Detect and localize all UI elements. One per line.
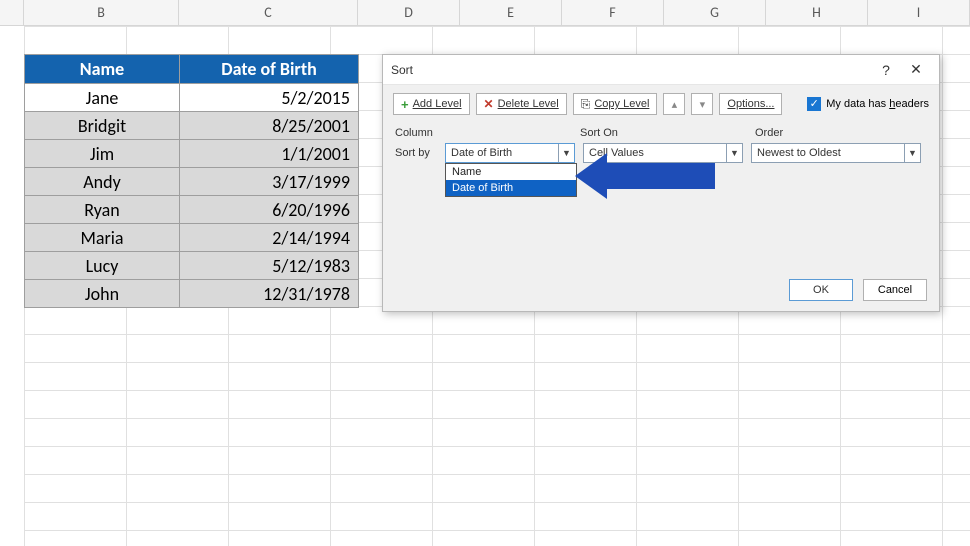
table-row[interactable]: Jane5/2/2015 [25, 84, 359, 112]
header-name[interactable]: Name [25, 55, 180, 84]
plus-icon: + [401, 97, 409, 112]
table-row[interactable]: John12/31/1978 [25, 280, 359, 308]
callout-arrow [575, 153, 715, 199]
cancel-button[interactable]: Cancel [863, 279, 927, 301]
cell-name[interactable]: Bridgit [25, 112, 180, 140]
cell-name[interactable]: John [25, 280, 180, 308]
cell-name[interactable]: Jim [25, 140, 180, 168]
dropdown-option[interactable]: Date of Birth [446, 180, 576, 196]
cell-dob[interactable]: 8/25/2001 [180, 112, 359, 140]
col-head-c[interactable]: C [179, 0, 358, 25]
headers-checkbox[interactable]: ✓ My data has headers [807, 97, 929, 111]
copy-level-button[interactable]: ⎘ Copy Level [573, 93, 658, 115]
close-button[interactable]: ✕ [901, 58, 931, 82]
column-header-bar: B C D E F G H I [0, 0, 970, 26]
cell-name[interactable]: Andy [25, 168, 180, 196]
x-icon: ✕ [484, 97, 494, 111]
table-row[interactable]: Lucy5/12/1983 [25, 252, 359, 280]
options-button[interactable]: Options... [719, 93, 782, 115]
dropdown-option[interactable]: Name [446, 164, 576, 180]
col-head-d[interactable]: D [358, 0, 460, 25]
cell-name[interactable]: Jane [25, 84, 180, 112]
chevron-down-icon: ▼ [904, 144, 920, 162]
sort-column-dropdown: NameDate of Birth [445, 163, 577, 197]
headers-checkbox-label: My data has headers [826, 98, 929, 110]
criteria-header-column: Column [395, 127, 580, 139]
ok-button[interactable]: OK [789, 279, 853, 301]
criteria-header-row: Column Sort On Order [383, 127, 939, 139]
delete-level-button[interactable]: ✕ Delete Level [476, 93, 567, 115]
cell-dob[interactable]: 5/2/2015 [180, 84, 359, 112]
help-button[interactable]: ? [871, 58, 901, 82]
cell-dob[interactable]: 3/17/1999 [180, 168, 359, 196]
cell-name[interactable]: Lucy [25, 252, 180, 280]
corner-gutter [0, 0, 24, 25]
sort-column-combo[interactable]: Date of Birth ▼ NameDate of Birth [445, 143, 575, 163]
delete-level-label: Delete Level [498, 98, 559, 110]
chevron-down-icon: ▾ [700, 98, 706, 111]
col-head-b[interactable]: B [24, 0, 179, 25]
sort-column-value: Date of Birth [446, 147, 558, 159]
dialog-title: Sort [391, 63, 871, 77]
cell-dob[interactable]: 2/14/1994 [180, 224, 359, 252]
copy-icon: ⎘ [581, 97, 591, 112]
criteria-header-sorton: Sort On [580, 127, 755, 139]
table-row[interactable]: Jim1/1/2001 [25, 140, 359, 168]
copy-level-label: Copy Level [594, 98, 649, 110]
chevron-up-icon: ▴ [672, 98, 678, 111]
cell-dob[interactable]: 5/12/1983 [180, 252, 359, 280]
col-head-f[interactable]: F [562, 0, 664, 25]
cell-name[interactable]: Ryan [25, 196, 180, 224]
col-head-i[interactable]: I [868, 0, 970, 25]
data-table: Name Date of Birth Jane5/2/2015Bridgit8/… [24, 54, 359, 308]
criteria-header-order: Order [755, 127, 927, 139]
dialog-footer: OK Cancel [789, 279, 927, 301]
table-row[interactable]: Maria2/14/1994 [25, 224, 359, 252]
chevron-down-icon: ▼ [726, 144, 742, 162]
dialog-titlebar[interactable]: Sort ? ✕ [383, 55, 939, 85]
col-head-e[interactable]: E [460, 0, 562, 25]
col-head-h[interactable]: H [766, 0, 868, 25]
arrow-shaft [603, 163, 715, 189]
table-row[interactable]: Ryan6/20/1996 [25, 196, 359, 224]
add-level-button[interactable]: + Add Level [393, 93, 470, 115]
table-row[interactable]: Andy3/17/1999 [25, 168, 359, 196]
header-dob[interactable]: Date of Birth [180, 55, 359, 84]
check-icon: ✓ [807, 97, 821, 111]
options-label: Options... [727, 98, 774, 110]
move-down-button[interactable]: ▾ [691, 93, 713, 115]
cell-dob[interactable]: 6/20/1996 [180, 196, 359, 224]
move-up-button[interactable]: ▴ [663, 93, 685, 115]
add-level-label: Add Level [413, 98, 462, 110]
cell-name[interactable]: Maria [25, 224, 180, 252]
col-head-g[interactable]: G [664, 0, 766, 25]
table-row[interactable]: Bridgit8/25/2001 [25, 112, 359, 140]
cell-dob[interactable]: 1/1/2001 [180, 140, 359, 168]
order-combo[interactable]: Newest to Oldest ▼ [751, 143, 921, 163]
cell-dob[interactable]: 12/31/1978 [180, 280, 359, 308]
chevron-down-icon: ▼ [558, 144, 574, 162]
sort-by-label: Sort by [395, 147, 437, 159]
dialog-toolbar: + Add Level ✕ Delete Level ⎘ Copy Level … [383, 85, 939, 123]
order-value: Newest to Oldest [752, 147, 904, 159]
